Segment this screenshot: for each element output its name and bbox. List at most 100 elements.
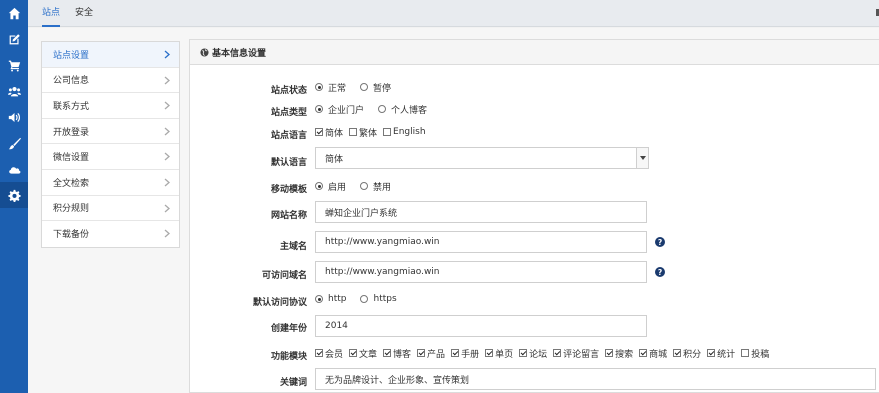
- check-lang-english[interactable]: English: [383, 127, 426, 137]
- check-module-submission[interactable]: 投稿: [741, 347, 769, 360]
- chevron-right-icon: [163, 178, 171, 187]
- check-module-page[interactable]: 单页: [485, 347, 513, 360]
- keywords-input[interactable]: 无为品牌设计、企业形象、宣传策划: [315, 368, 876, 390]
- tab-site[interactable]: 站点: [42, 0, 61, 27]
- subnav-item-open-login[interactable]: 开放登录: [42, 119, 179, 145]
- radio-site-status-normal[interactable]: 正常: [315, 81, 346, 94]
- radio-dot: [360, 182, 369, 190]
- label-site-language: 站点语言: [270, 131, 307, 141]
- radio-dot: [360, 83, 369, 91]
- chevron-right-icon: [163, 127, 171, 136]
- check-module-forum[interactable]: 论坛: [519, 347, 547, 360]
- brush-icon: [8, 137, 21, 149]
- radio-site-type-enterprise[interactable]: 企业门户: [315, 103, 364, 116]
- site-name-input[interactable]: 蝉知企业门户系统: [315, 201, 647, 223]
- checkbox-box: [673, 349, 682, 357]
- radio-dot: [315, 182, 323, 190]
- rail-settings[interactable]: [0, 182, 28, 208]
- check-module-manual[interactable]: 手册: [451, 347, 479, 360]
- checkbox-box: [605, 349, 614, 357]
- radio-protocol-http[interactable]: http: [315, 294, 346, 304]
- subnav-item-label: 积分规则: [53, 204, 90, 215]
- chevron-down-icon: [639, 156, 646, 160]
- site-status-radios: 正常 暂停: [315, 76, 405, 98]
- checkbox-box: [383, 349, 392, 357]
- radio-mobile-disable[interactable]: 禁用: [360, 180, 391, 193]
- check-lang-traditional[interactable]: 繁体: [349, 126, 377, 139]
- subnav-item-label: 公司信息: [53, 76, 90, 87]
- checkbox-box: [519, 349, 528, 357]
- check-module-comments[interactable]: 评论留言: [553, 347, 599, 360]
- subnav-item-backup[interactable]: 下载备份: [42, 221, 179, 247]
- radio-site-status-paused[interactable]: 暂停: [360, 81, 391, 94]
- label-allowed-domains: 可访问域名: [261, 271, 307, 281]
- globe-icon: [200, 47, 209, 57]
- rail-brush[interactable]: [0, 130, 28, 156]
- subnav-item-label: 开放登录: [53, 127, 90, 138]
- check-module-stats[interactable]: 统计: [707, 347, 735, 360]
- svg-text:?: ?: [658, 268, 662, 277]
- label-mobile-template: 移动模板: [270, 185, 307, 195]
- tab-security[interactable]: 安全: [75, 0, 93, 27]
- subnav-item-fulltext-search[interactable]: 全文检索: [42, 170, 179, 196]
- check-module-article[interactable]: 文章: [349, 347, 377, 360]
- checkbox-box: [315, 128, 323, 136]
- check-module-shop[interactable]: 商城: [639, 347, 667, 360]
- cart-icon: [8, 60, 20, 72]
- radio-dot: [315, 295, 323, 303]
- question-circle-icon[interactable]: ?: [655, 267, 665, 277]
- users-icon: [7, 86, 21, 96]
- rail-cart[interactable]: [0, 52, 28, 78]
- rail-users[interactable]: [0, 78, 28, 104]
- radio-site-type-blog[interactable]: 个人博客: [378, 103, 427, 116]
- subnav-item-wechat[interactable]: 微信设置: [42, 144, 179, 170]
- default-protocol-radios: http https: [315, 288, 411, 310]
- rail-volume[interactable]: [0, 104, 28, 130]
- checkbox-box: [349, 349, 358, 357]
- default-language-value: 简体: [325, 154, 344, 165]
- icon-rail: [0, 0, 28, 393]
- subnav-item-label: 联系方式: [53, 101, 90, 112]
- check-module-blog[interactable]: 博客: [383, 347, 411, 360]
- settings-subnav: 站点设置 公司信息 联系方式 开放登录 微信设置 全文检索 积分规则 下载备份: [41, 41, 180, 248]
- rail-cloud[interactable]: [0, 156, 28, 182]
- panel-header: 基本信息设置: [190, 40, 879, 65]
- chevron-right-icon: [163, 152, 171, 161]
- radio-dot: [315, 105, 323, 113]
- checkbox-box: [417, 349, 426, 357]
- label-site-status: 站点状态: [270, 86, 307, 96]
- subnav-item-contact[interactable]: 联系方式: [42, 93, 179, 119]
- radio-protocol-https[interactable]: https: [360, 294, 397, 304]
- radio-dot: [360, 295, 369, 303]
- rail-edit[interactable]: [0, 26, 28, 52]
- checkbox-box: [639, 349, 648, 357]
- subnav-item-points-rules[interactable]: 积分规则: [42, 196, 179, 222]
- checkbox-box: [349, 128, 358, 136]
- check-lang-simplified[interactable]: 简体: [315, 126, 343, 139]
- check-module-member[interactable]: 会员: [315, 347, 343, 360]
- radio-mobile-enable[interactable]: 启用: [315, 180, 346, 193]
- label-site-name: 网站名称: [270, 211, 307, 221]
- question-circle-icon[interactable]: ?: [655, 237, 665, 247]
- check-module-product[interactable]: 产品: [417, 347, 445, 360]
- main-domain-input[interactable]: http://www.yangmiao.win: [315, 231, 647, 253]
- rail-home[interactable]: [0, 0, 28, 26]
- label-modules: 功能模块: [270, 352, 307, 362]
- check-module-points[interactable]: 积分: [673, 347, 701, 360]
- chevron-right-icon: [163, 101, 171, 110]
- mobile-template-radios: 启用 禁用: [315, 175, 405, 197]
- label-site-type: 站点类型: [270, 108, 307, 118]
- edit-icon: [9, 33, 20, 44]
- allowed-domains-input[interactable]: http://www.yangmiao.win: [315, 261, 647, 283]
- founded-year-input[interactable]: 2014: [315, 315, 647, 337]
- check-module-search[interactable]: 搜索: [605, 347, 633, 360]
- subnav-item-site-settings[interactable]: 站点设置: [42, 42, 179, 68]
- subnav-item-company-info[interactable]: 公司信息: [42, 68, 179, 94]
- chevron-right-icon: [163, 204, 171, 213]
- subnav-item-label: 全文检索: [53, 178, 90, 189]
- default-language-select[interactable]: 简体: [315, 147, 649, 169]
- label-keywords: 关键词: [279, 378, 307, 388]
- checkbox-box: [451, 349, 460, 357]
- panel-title: 基本信息设置: [212, 48, 267, 59]
- dropdown-toggle[interactable]: [636, 148, 648, 168]
